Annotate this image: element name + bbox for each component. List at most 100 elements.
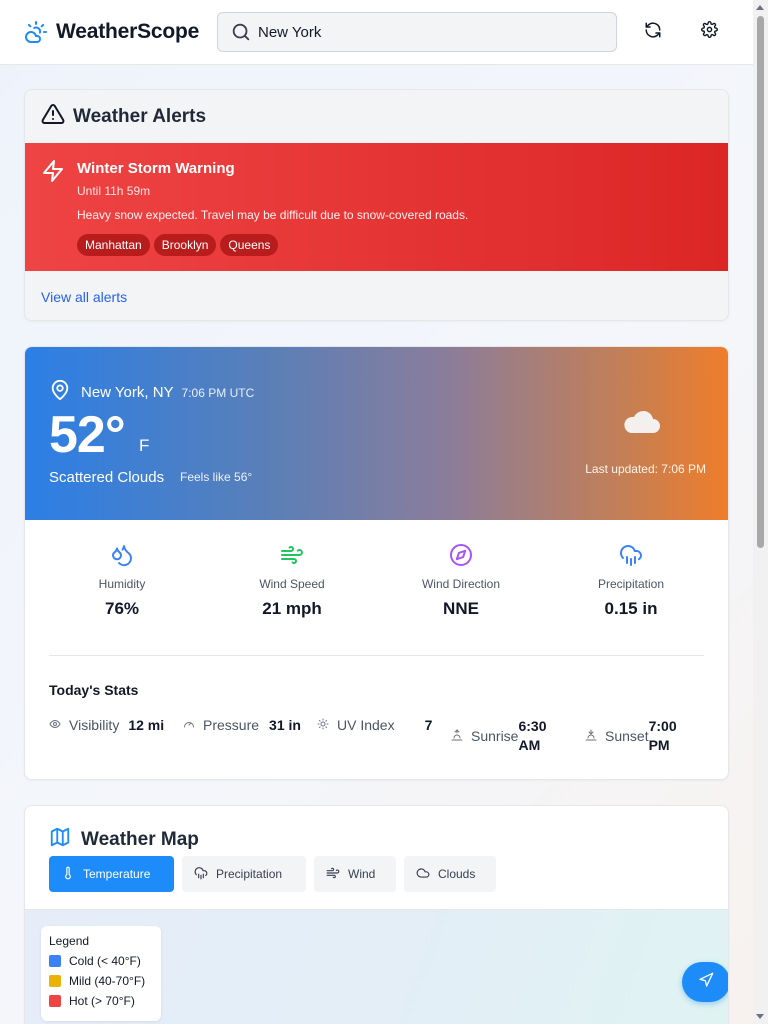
stat-value: 7	[424, 717, 433, 733]
sun-icon	[317, 717, 329, 733]
sunset-icon	[585, 728, 597, 744]
eye-icon	[49, 717, 61, 733]
metric-wind-direction: Wind Direction NNE	[386, 543, 536, 619]
wind-icon	[280, 543, 304, 567]
stat-label: Sunset	[605, 728, 649, 744]
metric-precipitation: Precipitation 0.15 in	[556, 543, 706, 619]
map-layer-tabs: Temperature Precipitation Wind Clouds	[49, 856, 496, 892]
alerts-title: Weather Alerts	[73, 105, 207, 127]
local-time: 7:06 PM UTC	[181, 385, 255, 400]
metric-label: Humidity	[98, 577, 146, 591]
location-name: New York, NY	[81, 384, 174, 401]
tab-clouds[interactable]: Clouds	[404, 856, 496, 892]
section-divider	[49, 655, 704, 656]
legend-swatch	[49, 975, 61, 987]
map-header: Weather Map	[49, 826, 199, 853]
scroll-thumb[interactable]	[757, 16, 764, 548]
feels-like: Feels like 56°	[180, 470, 253, 484]
area-tag: Brooklyn	[153, 234, 217, 256]
tab-label: Temperature	[83, 867, 151, 881]
wind-icon	[326, 866, 348, 883]
tab-wind[interactable]: Wind	[314, 856, 396, 892]
stat-pressure: Pressure 31 in	[183, 717, 301, 733]
legend-label: Mild (40-70°F)	[69, 974, 146, 988]
stat-label: Pressure	[203, 717, 260, 733]
last-updated: Last updated: 7:06 PM	[585, 462, 706, 476]
current-weather-hero: New York, NY 7:06 PM UTC 52° F Scattered…	[25, 347, 728, 520]
droplets-icon	[110, 543, 134, 567]
stat-label: UV Index	[337, 717, 395, 733]
current-temperature: 52°	[49, 406, 126, 464]
stat-sunrise: Sunrise 6:30 AM	[451, 717, 558, 755]
view-all-alerts-link[interactable]: View all alerts	[41, 289, 127, 305]
alert-expiry: Until 11h 59m	[77, 184, 151, 198]
todays-stats-title: Today's Stats	[49, 682, 139, 698]
cloud-sun-icon	[24, 20, 48, 44]
locate-me-button[interactable]	[682, 962, 728, 1002]
tab-precipitation[interactable]: Precipitation	[182, 856, 306, 892]
stat-sunset: Sunset 7:00 PM	[585, 717, 689, 755]
stat-label: Sunrise	[471, 728, 519, 744]
legend-item-cold: Cold (< 40°F)	[49, 954, 153, 968]
thermometer-icon	[61, 866, 83, 883]
metric-value: 21 mph	[262, 599, 322, 618]
search-input[interactable]	[258, 23, 598, 41]
stat-value: 6:30 AM	[518, 718, 547, 753]
metric-value: NNE	[443, 599, 479, 618]
app-logo[interactable]: WeatherScope	[24, 20, 199, 44]
refresh-button[interactable]	[638, 17, 668, 47]
legend-label: Hot (> 70°F)	[69, 994, 135, 1008]
map-pin-icon	[49, 379, 71, 406]
search-bar[interactable]	[217, 12, 617, 52]
tab-label: Clouds	[438, 867, 476, 881]
cloud-icon	[621, 407, 661, 440]
current-weather-card: New York, NY 7:06 PM UTC 52° F Scattered…	[24, 346, 729, 780]
metric-label: Wind Direction	[421, 577, 501, 591]
lightning-icon	[41, 159, 65, 188]
refresh-icon	[644, 21, 662, 44]
navigation-icon	[698, 972, 714, 993]
weather-map-card: Weather Map Temperature Precipitation Wi…	[24, 805, 729, 1024]
stat-label: Visibility	[69, 717, 120, 733]
page-scrollbar[interactable]	[753, 0, 768, 1024]
cloud-rain-icon	[194, 866, 216, 883]
app-title: WeatherScope	[56, 20, 200, 43]
metric-value: 0.15 in	[604, 599, 658, 618]
stat-value: 31 in	[269, 717, 301, 733]
location-row: New York, NY 7:06 PM UTC	[49, 379, 254, 406]
scroll-up-arrow[interactable]	[756, 5, 764, 10]
weather-condition: Scattered Clouds	[49, 469, 165, 486]
scroll-down-arrow[interactable]	[756, 1014, 764, 1019]
alert-item-winter-storm[interactable]: Winter Storm Warning Until 11h 59m Heavy…	[25, 143, 728, 271]
legend-item-hot: Hot (> 70°F)	[49, 994, 153, 1008]
alert-areas: Manhattan Brooklyn Queens	[77, 234, 279, 256]
warning-triangle-icon	[41, 102, 65, 131]
metric-wind-speed: Wind Speed 21 mph	[217, 543, 367, 619]
stat-uv-index: UV Index 7	[317, 717, 432, 733]
stat-visibility: Visibility 12 mi	[49, 717, 164, 733]
alert-title: Winter Storm Warning	[77, 160, 235, 177]
metric-humidity: Humidity 76%	[47, 543, 197, 619]
cloud-icon	[416, 866, 438, 883]
area-tag: Queens	[220, 234, 279, 256]
stat-value: 12 mi	[128, 717, 165, 733]
stat-value: 7:00 PM	[648, 718, 677, 753]
legend-swatch	[49, 995, 61, 1007]
settings-button[interactable]	[694, 17, 724, 47]
tab-label: Wind	[348, 867, 376, 881]
metric-value: 76%	[104, 599, 140, 618]
gauge-icon	[183, 717, 195, 733]
legend-swatch	[49, 955, 61, 967]
weather-map-canvas[interactable]: Legend Cold (< 40°F) Mild (40-70°F) Hot …	[25, 909, 728, 1024]
tab-label: Precipitation	[216, 867, 283, 881]
sunrise-icon	[451, 728, 463, 744]
alerts-header: Weather Alerts	[25, 90, 728, 143]
gear-icon	[700, 21, 718, 43]
tab-temperature[interactable]: Temperature	[49, 856, 174, 892]
temperature-unit: F	[139, 436, 150, 455]
cloud-rain-icon	[619, 543, 643, 567]
map-title: Weather Map	[81, 828, 199, 850]
map-icon	[49, 826, 71, 853]
legend-title: Legend	[49, 934, 90, 948]
metric-label: Wind Speed	[259, 577, 325, 591]
